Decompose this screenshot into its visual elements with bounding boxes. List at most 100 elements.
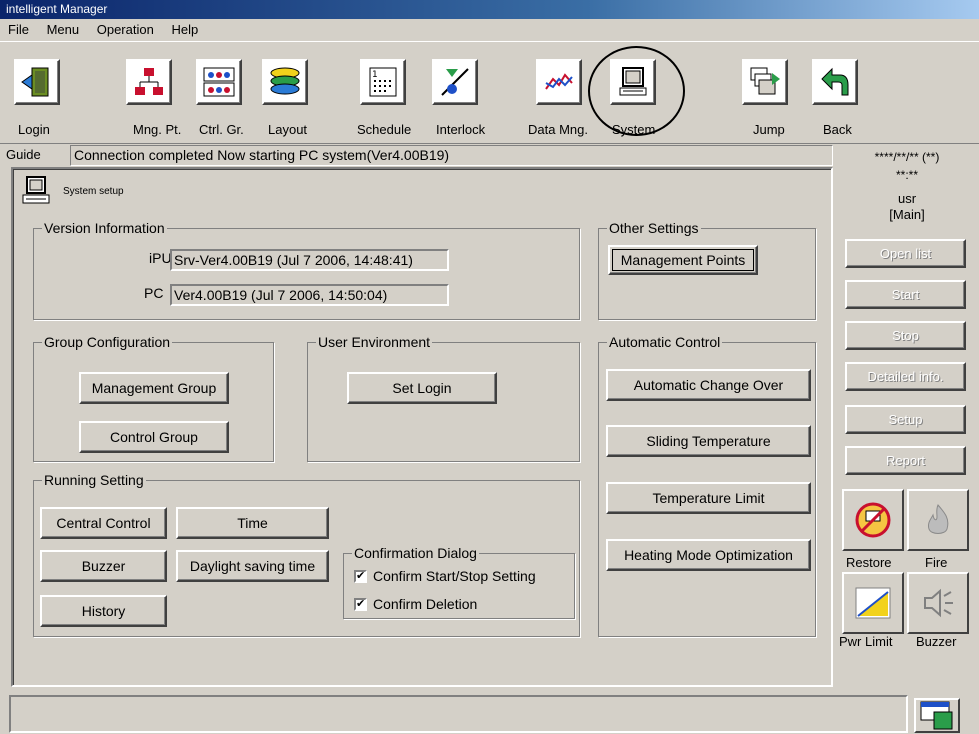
schedule-button[interactable]: 1 — [360, 59, 406, 105]
running-setting-group: Running Setting Central Control Time Buz… — [33, 471, 580, 637]
confirmation-dialog-group: Confirmation Dialog ✔ Confirm Start/Stop… — [343, 544, 575, 619]
user-environment-legend: User Environment — [316, 333, 433, 351]
confirm-deletion-label: Confirm Deletion — [373, 596, 478, 612]
central-control-button[interactable]: Central Control — [40, 507, 167, 539]
computer-icon — [22, 176, 50, 204]
control-group-button[interactable]: Control Group — [79, 421, 229, 453]
confirm-start-stop-checkbox[interactable]: ✔ Confirm Start/Stop Setting — [354, 568, 536, 584]
panel-title: System setup — [63, 186, 124, 197]
layout-button[interactable] — [262, 59, 308, 105]
restore-icon — [855, 502, 891, 538]
checkbox-checked[interactable]: ✔ — [354, 569, 367, 583]
stop-button[interactable]: Stop — [845, 321, 966, 350]
ipu-label: iPU — [149, 250, 172, 266]
status-window-icon — [920, 701, 953, 730]
start-button[interactable]: Start — [845, 280, 966, 309]
interlock-label: Interlock — [436, 122, 486, 137]
group-configuration-group: Group Configuration Management Group Con… — [33, 333, 274, 462]
buzzer-label: Buzzer — [916, 634, 957, 649]
ctrl-gr-button[interactable] — [196, 59, 242, 105]
other-settings-group: Other Settings Management Points — [598, 219, 816, 320]
daylight-saving-time-button[interactable]: Daylight saving time — [176, 550, 329, 582]
other-settings-legend: Other Settings — [607, 219, 701, 237]
status-panel-button[interactable] — [914, 698, 960, 733]
fire-button[interactable] — [907, 489, 969, 551]
automatic-change-over-button[interactable]: Automatic Change Over — [606, 369, 811, 401]
jump-button[interactable] — [742, 59, 788, 105]
version-info-group: Version Information iPU Srv-Ver4.00B19 (… — [33, 219, 580, 320]
history-button[interactable]: History — [40, 595, 167, 627]
system-setup-panel: System setup Version Information iPU Srv… — [11, 167, 833, 687]
user-environment-group: User Environment Set Login — [307, 333, 580, 462]
automatic-control-legend: Automatic Control — [607, 333, 723, 351]
highlight-circle — [588, 46, 685, 136]
group-configuration-legend: Group Configuration — [42, 333, 173, 351]
time-button[interactable]: Time — [176, 507, 329, 539]
pwr-limit-button[interactable] — [842, 572, 904, 634]
control-group-icon — [203, 67, 235, 97]
menu-help[interactable]: Help — [171, 22, 198, 37]
restore-button[interactable] — [842, 489, 904, 551]
version-info-legend: Version Information — [42, 219, 167, 237]
checkbox-checked[interactable]: ✔ — [354, 597, 367, 611]
setup-button[interactable]: Setup — [845, 405, 966, 434]
menu-menu[interactable]: Menu — [47, 22, 80, 37]
status-message-area — [9, 695, 908, 733]
pc-label: PC — [144, 285, 164, 301]
temperature-limit-button[interactable]: Temperature Limit — [606, 482, 811, 514]
menu-file[interactable]: File — [8, 22, 29, 37]
toolbar: Login Mng. Pt. Ctrl. Gr. Layout 1 Schedu… — [0, 41, 979, 144]
interlock-button[interactable] — [432, 59, 478, 105]
svg-text:1: 1 — [372, 70, 378, 80]
confirm-deletion-checkbox[interactable]: ✔ Confirm Deletion — [354, 596, 477, 612]
report-button[interactable]: Report — [845, 446, 966, 475]
graph-icon — [544, 69, 574, 95]
confirmation-dialog-legend: Confirmation Dialog — [352, 544, 479, 562]
time-display: **:** — [895, 168, 918, 182]
pwr-limit-label: Pwr Limit — [839, 634, 893, 649]
management-points-button[interactable]: Management Points — [608, 245, 758, 275]
management-point-icon — [135, 68, 163, 95]
menu-operation[interactable]: Operation — [97, 22, 154, 37]
date-display: ****/**/** (**) — [874, 150, 940, 164]
running-setting-legend: Running Setting — [42, 471, 146, 489]
buzzer-button[interactable] — [907, 572, 969, 634]
restore-label: Restore — [846, 555, 892, 570]
mng-pt-label: Mng. Pt. — [133, 122, 182, 137]
detailed-info-button[interactable]: Detailed info. — [845, 362, 966, 391]
login-button[interactable] — [14, 59, 60, 105]
fire-label: Fire — [925, 555, 948, 570]
guide-bar: Guide Connection completed Now starting … — [0, 145, 835, 166]
login-label: Login — [18, 122, 50, 137]
data-mng-label: Data Mng. — [528, 122, 588, 137]
back-button[interactable] — [812, 59, 858, 105]
jump-icon — [750, 67, 780, 95]
interlock-icon — [441, 68, 469, 96]
data-mng-button[interactable] — [536, 59, 582, 105]
back-arrow-icon — [821, 67, 849, 96]
sliding-temperature-button[interactable]: Sliding Temperature — [606, 425, 811, 457]
jump-label: Jump — [753, 122, 785, 137]
mng-pt-button[interactable] — [126, 59, 172, 105]
heating-mode-optimization-button[interactable]: Heating Mode Optimization — [606, 539, 811, 571]
user-name: usr — [897, 191, 917, 206]
confirm-start-stop-label: Confirm Start/Stop Setting — [373, 568, 536, 584]
ipu-version-field: Srv-Ver4.00B19 (Jul 7 2006, 14:48:41) — [170, 249, 449, 271]
management-group-button[interactable]: Management Group — [79, 372, 229, 404]
back-label: Back — [823, 122, 852, 137]
layout-icon — [270, 67, 300, 95]
window-title: intelligent Manager — [0, 0, 979, 19]
power-limit-icon — [855, 587, 891, 619]
pc-version-field: Ver4.00B19 (Jul 7 2006, 14:50:04) — [170, 284, 449, 306]
layout-label: Layout — [268, 122, 308, 137]
open-list-button[interactable]: Open list — [845, 239, 966, 268]
buzzer-setting-button[interactable]: Buzzer — [40, 550, 167, 582]
ctrl-gr-label: Ctrl. Gr. — [199, 122, 244, 137]
door-icon — [21, 67, 49, 97]
calendar-icon: 1 — [369, 67, 397, 97]
set-login-button[interactable]: Set Login — [347, 372, 497, 404]
fire-icon — [928, 504, 949, 534]
schedule-label: Schedule — [357, 122, 412, 137]
speaker-icon — [924, 588, 953, 618]
site-name: [Main] — [889, 207, 925, 222]
